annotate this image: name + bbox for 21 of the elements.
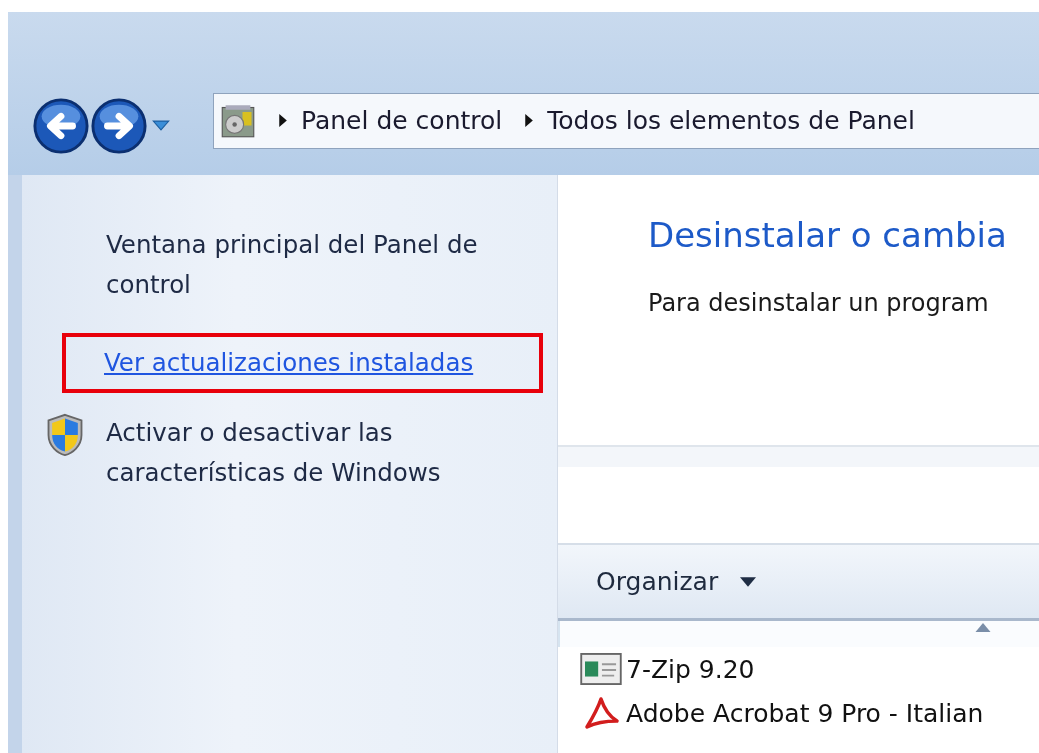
breadcrumb-arrow-icon[interactable] bbox=[524, 114, 534, 127]
breadcrumb-arrow-icon[interactable] bbox=[278, 114, 287, 127]
sort-arrow-icon bbox=[975, 623, 991, 632]
organize-button[interactable]: Organizar bbox=[590, 563, 763, 600]
shield-icon bbox=[46, 413, 84, 457]
program-row[interactable]: Adobe Acrobat 9 Pro - Italian bbox=[558, 691, 1039, 735]
recent-pages-dropdown-icon[interactable] bbox=[152, 120, 170, 131]
breadcrumb-item[interactable]: Todos los elementos de Panel bbox=[547, 106, 915, 135]
task-link[interactable]: Ver actualizaciones instaladas bbox=[104, 343, 474, 383]
task-link[interactable]: Ventana principal del Panel de control bbox=[106, 225, 539, 305]
program-name: 7-Zip 9.20 bbox=[626, 654, 755, 684]
description-text: Para desinstalar un program bbox=[648, 289, 990, 317]
page-heading: Desinstalar o cambia bbox=[648, 215, 1008, 255]
program-name: Adobe Acrobat 9 Pro - Italian bbox=[626, 698, 984, 728]
program-row[interactable]: 7-Zip 9.20 bbox=[558, 647, 1039, 691]
control-panel-icon bbox=[220, 102, 256, 139]
task-link[interactable]: Activar o desactivar las características de Windows bbox=[106, 413, 539, 493]
program-window-icon bbox=[580, 653, 622, 685]
address-bar[interactable]: Panel de control Todos los elementos de Panel bbox=[213, 92, 1039, 149]
dropdown-caret-icon bbox=[740, 576, 757, 587]
breadcrumb-item[interactable]: Panel de control bbox=[301, 106, 503, 135]
